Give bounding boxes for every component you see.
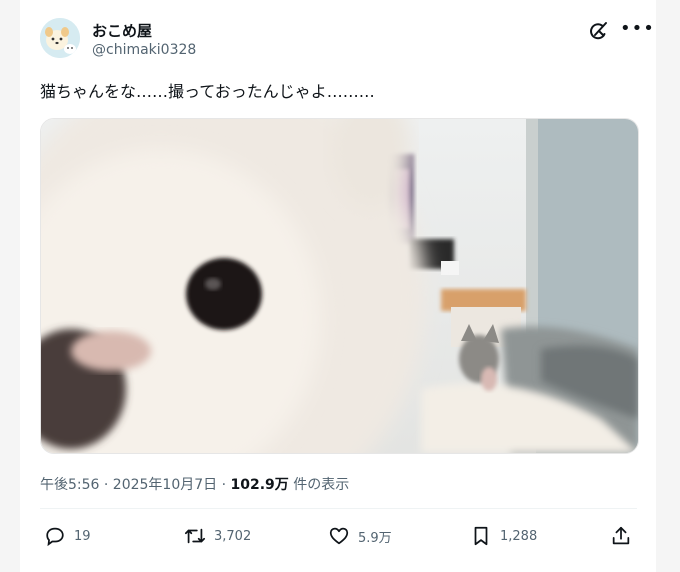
tweet-card: おこめ屋 @chimaki0328 ••• 猫ちゃんをな……撮っておったんじゃよ… [20,0,656,572]
bookmark-icon [474,526,488,546]
like-count: 5.9万 [358,530,392,546]
reply-icon [46,527,64,547]
views-label: 件の表示 [288,477,350,493]
share-button[interactable] [610,524,640,548]
views-count: 102.9万 [230,477,289,493]
tweet-timestamp[interactable]: 午後5:56 · 2025年10月7日 [40,477,217,493]
reply-button[interactable]: 19 [44,524,91,548]
author-handle[interactable]: @chimaki0328 [92,42,196,58]
more-icon[interactable]: ••• [620,20,655,38]
author-display-name[interactable]: おこめ屋 [92,20,152,41]
reply-count: 19 [74,528,91,544]
grok-icon[interactable] [588,20,610,42]
dog-avatar-icon[interactable] [40,18,80,58]
tweet-meta: 午後5:56 · 2025年10月7日 · 102.9万 件の表示 [40,474,349,494]
tweet-text: 猫ちゃんをな……撮っておったんじゃよ……… [40,82,375,101]
retweet-icon [184,528,206,544]
share-icon [612,526,630,545]
retweet-button[interactable]: 3,702 [184,524,251,548]
retweet-count: 3,702 [214,528,252,544]
bookmark-button[interactable]: 1,288 [470,524,537,548]
like-button[interactable]: 5.9万 [328,524,392,548]
bookmark-count: 1,288 [500,528,538,544]
tweet-photo[interactable] [40,118,639,454]
divider [40,508,637,509]
meta-separator: · [217,477,231,493]
heart-icon [329,527,349,545]
